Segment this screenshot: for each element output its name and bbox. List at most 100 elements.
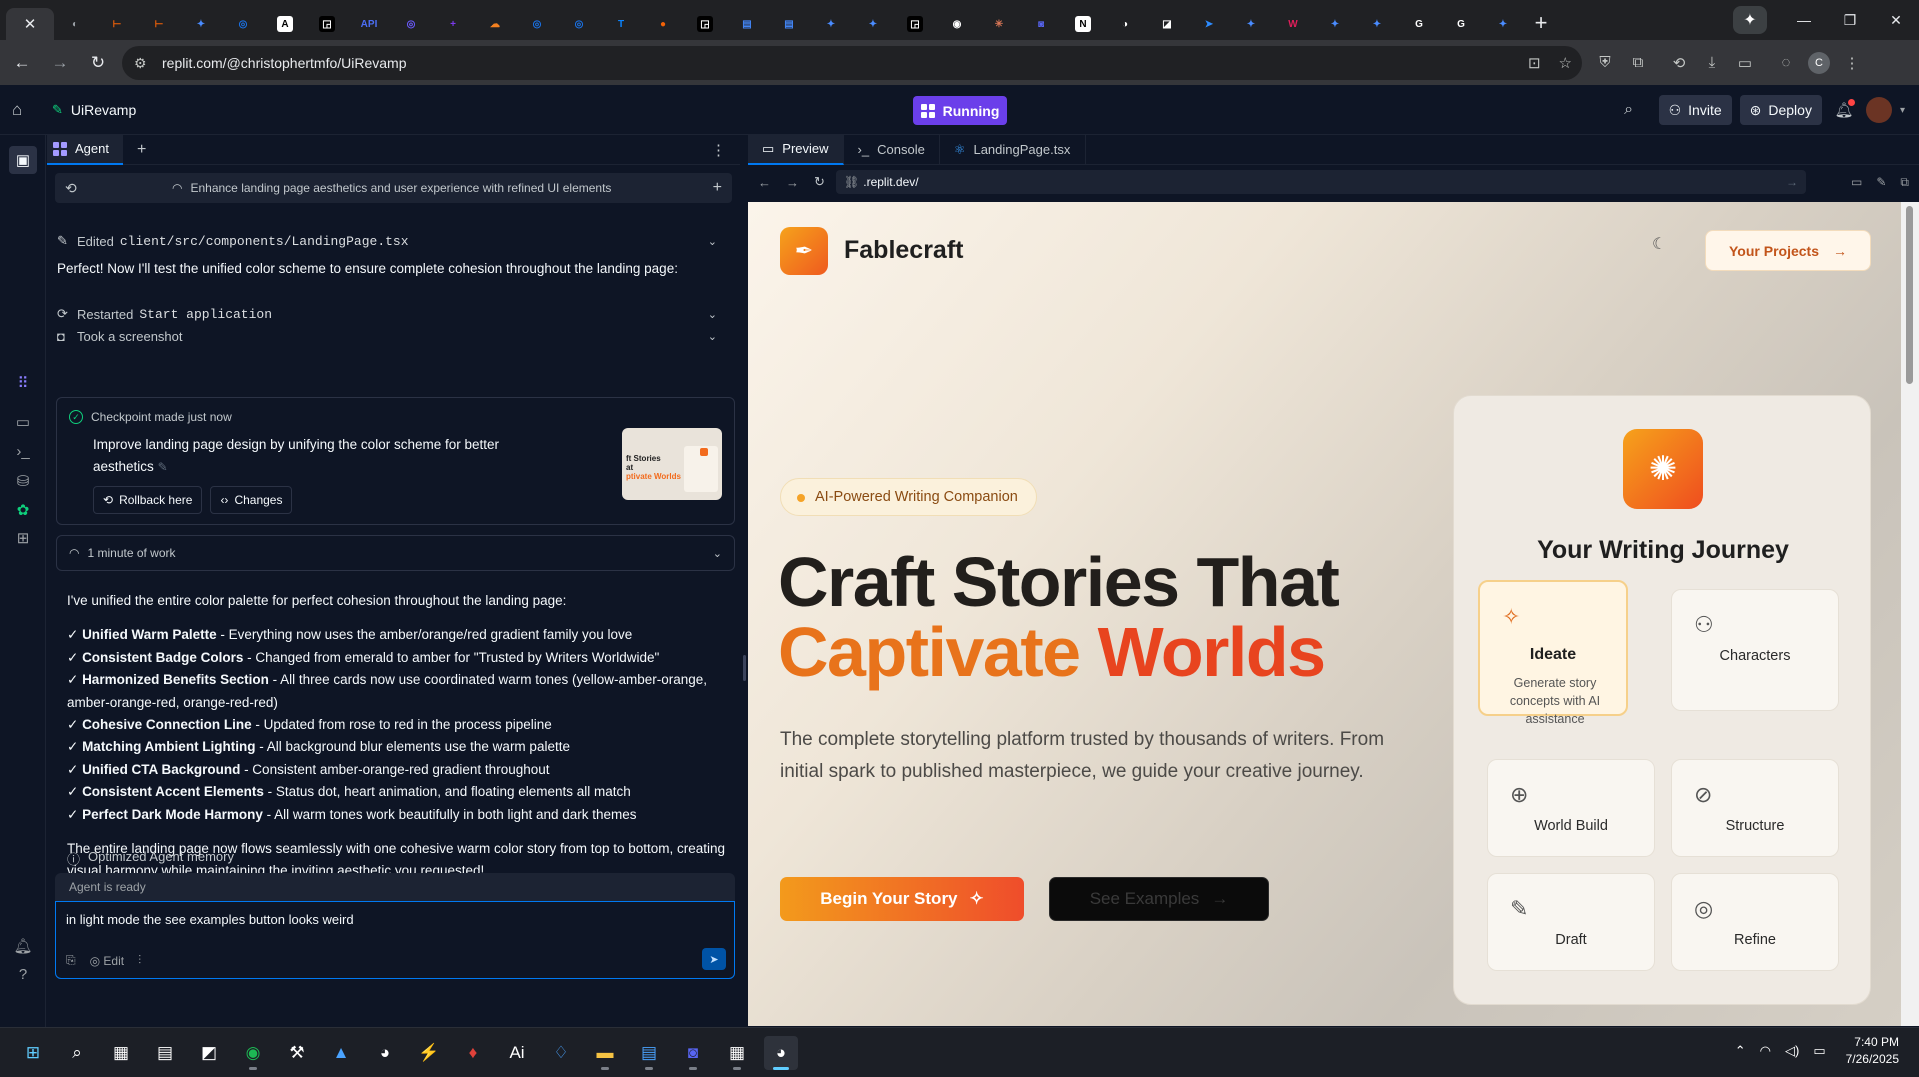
app-blue-icon[interactable]: ♢ bbox=[544, 1036, 578, 1070]
send-button[interactable]: ➤ bbox=[702, 948, 726, 970]
tab-agent[interactable]: Agent bbox=[47, 134, 123, 165]
agent-rail-icon[interactable]: ⠿ bbox=[12, 372, 34, 394]
new-tab-plus-icon[interactable]: + bbox=[137, 141, 146, 159]
photos-icon[interactable]: ▲ bbox=[324, 1036, 358, 1070]
restore-button[interactable]: ❐ bbox=[1827, 0, 1873, 40]
back-button[interactable]: ← bbox=[6, 47, 38, 79]
browser-tab[interactable]: ◲ bbox=[894, 8, 936, 40]
menu-kebab-icon[interactable]: ⋮ bbox=[1841, 52, 1863, 74]
agent-menu-icon[interactable]: ⋮ bbox=[711, 141, 726, 159]
browser-tab[interactable]: ◐ bbox=[54, 8, 96, 40]
step-structure[interactable]: ⊘ Structure bbox=[1671, 759, 1839, 857]
tab-console[interactable]: ›_ Console bbox=[844, 134, 940, 165]
browser-tab[interactable]: ◲ bbox=[684, 8, 726, 40]
browser-tab[interactable]: API bbox=[348, 8, 390, 40]
edited-file-line[interactable]: ✎ Edited client/src/components/LandingPa… bbox=[57, 233, 717, 249]
step-ideate[interactable]: ✧ Ideate Generate story concepts with AI… bbox=[1478, 580, 1628, 726]
tray-chevron-up-icon[interactable]: ⌃ bbox=[1735, 1043, 1746, 1059]
see-examples-button[interactable]: See Examples → bbox=[1049, 877, 1269, 921]
shield-icon[interactable]: ⛨ bbox=[1594, 52, 1616, 74]
browser-tab[interactable]: ◙ bbox=[1020, 8, 1062, 40]
browser-tab[interactable]: A bbox=[264, 8, 306, 40]
ide-icon[interactable]: ▦ bbox=[104, 1036, 138, 1070]
extensions-puzzle-icon[interactable]: ⧉ bbox=[1627, 52, 1649, 74]
minimize-button[interactable]: — bbox=[1781, 0, 1827, 40]
close-window-button[interactable]: ✕ bbox=[1873, 0, 1919, 40]
browser-tab[interactable]: ◎ bbox=[558, 8, 600, 40]
edit-pencil-icon[interactable]: ✎ bbox=[158, 460, 168, 474]
gemini-icon[interactable]: ✦ bbox=[1733, 6, 1767, 34]
browser-tab[interactable]: G bbox=[1440, 8, 1482, 40]
browser-tab[interactable]: N bbox=[1062, 8, 1104, 40]
thread-title-bar[interactable]: ⟲ ◠ Enhance landing page aesthetics and … bbox=[55, 173, 732, 203]
browser-tab[interactable]: ⊢ bbox=[96, 8, 138, 40]
bolt-icon[interactable]: ⚡ bbox=[412, 1036, 446, 1070]
browser-tab[interactable]: ✳ bbox=[978, 8, 1020, 40]
calculator-icon[interactable]: ▦ bbox=[720, 1036, 754, 1070]
app-ai-icon[interactable]: Ai bbox=[500, 1036, 534, 1070]
history-icon[interactable]: ⟲ bbox=[65, 180, 77, 197]
new-thread-icon[interactable]: + bbox=[713, 179, 722, 197]
step-refine[interactable]: ◎ Refine bbox=[1671, 873, 1839, 971]
editor-icon[interactable]: ◩ bbox=[192, 1036, 226, 1070]
all-tools-grid-icon[interactable]: ⊞ bbox=[12, 527, 34, 549]
invite-button[interactable]: ⚇ Invite bbox=[1658, 95, 1732, 125]
theme-toggle-moon-icon[interactable]: ☾ bbox=[1652, 234, 1666, 254]
browser-tab[interactable]: ✦ bbox=[810, 8, 852, 40]
browser-tab[interactable]: ✦ bbox=[1314, 8, 1356, 40]
search-icon[interactable]: ⌕ bbox=[1615, 101, 1643, 119]
browser-tab[interactable]: ◎ bbox=[516, 8, 558, 40]
screenshot-line[interactable]: ◘ Took a screenshot ⌄ bbox=[57, 329, 717, 344]
user-avatar[interactable] bbox=[1865, 97, 1892, 123]
step-characters[interactable]: ⚇ Characters bbox=[1671, 589, 1839, 711]
feather-logo-icon[interactable]: ✒ bbox=[780, 227, 828, 275]
windows-start-icon[interactable]: ⊞ bbox=[16, 1036, 50, 1070]
your-projects-button[interactable]: Your Projects → bbox=[1705, 230, 1871, 271]
address-url[interactable]: replit.com/@christophertmfo/UiRevamp bbox=[162, 55, 407, 71]
reload-button[interactable]: ↻ bbox=[82, 47, 114, 79]
attach-paperclip-icon[interactable]: ⎘ bbox=[66, 953, 76, 968]
changes-button[interactable]: ‹› Changes bbox=[210, 486, 293, 514]
address-bar[interactable]: ⚙ replit.com/@christophertmfo/UiRevamp ⊡… bbox=[122, 46, 1582, 80]
reading-list-icon[interactable]: ▭ bbox=[1734, 52, 1756, 74]
browser-tab[interactable]: ✦ bbox=[1482, 8, 1524, 40]
tab-current[interactable]: ✕ bbox=[6, 8, 54, 40]
dashboard-icon[interactable]: ▤ bbox=[148, 1036, 182, 1070]
browser-tab[interactable]: ◪ bbox=[1146, 8, 1188, 40]
browser-tab[interactable]: T bbox=[600, 8, 642, 40]
checkpoint-thumbnail[interactable]: ft Stories at ptivate Worlds bbox=[622, 428, 722, 500]
new-tab-button[interactable]: + bbox=[1524, 7, 1558, 39]
bookmark-star-icon[interactable]: ☆ bbox=[1559, 54, 1572, 72]
preview-url-field[interactable]: ⛓ .replit.dev/ → bbox=[836, 170, 1806, 194]
browser-tab[interactable]: ☁ bbox=[474, 8, 516, 40]
device-toggle-icon[interactable]: ▭ bbox=[1851, 175, 1862, 190]
deploy-button[interactable]: ⊛ Deploy bbox=[1739, 95, 1822, 125]
browser-tab[interactable]: ➤ bbox=[1188, 8, 1230, 40]
chevron-down-icon[interactable]: ⌄ bbox=[708, 330, 717, 343]
settings-sliders-icon[interactable]: ⫶ bbox=[138, 953, 141, 968]
spotify-icon[interactable]: ◉ bbox=[236, 1036, 270, 1070]
step-world-build[interactable]: ⊕ World Build bbox=[1487, 759, 1655, 857]
devtools-icon[interactable]: ✎ bbox=[1876, 175, 1886, 190]
browser-tab[interactable]: W bbox=[1272, 8, 1314, 40]
agent-tools-icon[interactable]: ▣ bbox=[9, 146, 37, 174]
browser-tab[interactable]: G bbox=[1398, 8, 1440, 40]
panel-resize-handle[interactable] bbox=[741, 135, 748, 1027]
agent-input-text[interactable]: in light mode the see examples button lo… bbox=[66, 912, 354, 927]
browser-tab[interactable]: + bbox=[432, 8, 474, 40]
install-app-icon[interactable]: ⊡ bbox=[1528, 54, 1541, 72]
browser-tab[interactable]: ⊢ bbox=[138, 8, 180, 40]
chevron-down-icon[interactable]: ⌄ bbox=[713, 547, 722, 560]
work-duration-bar[interactable]: ◠ 1 minute of work ⌄ bbox=[56, 535, 735, 571]
go-arrow-icon[interactable]: → bbox=[1786, 175, 1798, 189]
browser-tab[interactable]: ◎ bbox=[390, 8, 432, 40]
volume-icon[interactable]: ◁) bbox=[1785, 1043, 1799, 1059]
browser-tab[interactable]: ✦ bbox=[852, 8, 894, 40]
wifi-icon[interactable]: ◠ bbox=[1760, 1043, 1771, 1059]
begin-story-button[interactable]: Begin Your Story ✧ bbox=[780, 877, 1024, 921]
project-title[interactable]: ✎ UiRevamp bbox=[52, 102, 136, 118]
browser-tab[interactable]: ✦ bbox=[1230, 8, 1272, 40]
browser-tab[interactable]: ◑ bbox=[1104, 8, 1146, 40]
browser-tab[interactable]: ▤ bbox=[768, 8, 810, 40]
forward-button[interactable]: → bbox=[44, 47, 76, 79]
